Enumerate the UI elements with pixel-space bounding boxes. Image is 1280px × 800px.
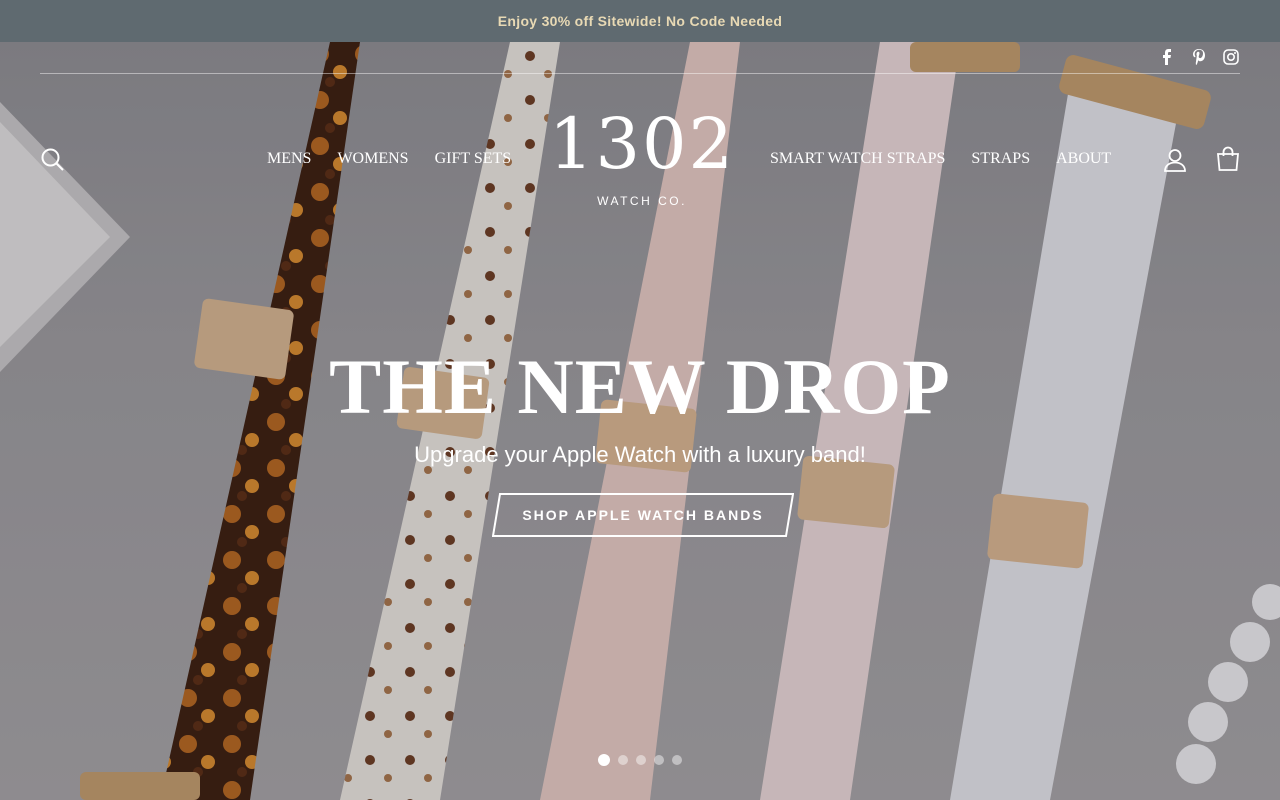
cart-icon[interactable] [1215, 146, 1241, 172]
announcement-text: Enjoy 30% off Sitewide! No Code Needed [497, 13, 783, 29]
social-links [1158, 48, 1240, 66]
nav-item-gift-sets[interactable]: GIFT SETS [435, 150, 512, 168]
slider-dot-3[interactable] [636, 755, 646, 765]
nav-right: SMART WATCH STRAPS STRAPS ABOUT [770, 150, 1111, 168]
slider-dots [598, 754, 682, 766]
site-logo[interactable]: 1302 WATCH CO. [542, 108, 742, 212]
cta-label: SHOP APPLE WATCH BANDS [522, 507, 764, 523]
logo-mark: 1302 [548, 103, 736, 185]
search-icon[interactable] [40, 147, 66, 173]
account-icon[interactable] [1162, 147, 1188, 173]
logo-subtitle: WATCH CO. [597, 194, 687, 208]
nav-item-straps[interactable]: STRAPS [971, 150, 1030, 168]
slider-dot-5[interactable] [672, 755, 682, 765]
shop-apple-watch-bands-button[interactable]: SHOP APPLE WATCH BANDS [492, 493, 794, 537]
slider-dot-4[interactable] [654, 755, 664, 765]
announcement-bar: Enjoy 30% off Sitewide! No Code Needed [0, 0, 1280, 42]
facebook-icon[interactable] [1158, 48, 1176, 66]
nav-item-womens[interactable]: WOMENS [337, 150, 408, 168]
slider-dot-2[interactable] [618, 755, 628, 765]
nav-item-mens[interactable]: MENS [267, 150, 311, 168]
slider-dot-1[interactable] [598, 754, 610, 766]
hero-headline: THE NEW DROP [329, 343, 951, 430]
instagram-icon[interactable] [1222, 48, 1240, 66]
hero-banner: MENS WOMENS GIFT SETS 1302 WATCH CO. SMA… [0, 42, 1280, 800]
nav-item-about[interactable]: ABOUT [1056, 150, 1111, 168]
pinterest-icon[interactable] [1190, 48, 1208, 66]
header-divider [40, 73, 1240, 74]
nav-item-smart-watch-straps[interactable]: SMART WATCH STRAPS [770, 150, 945, 168]
nav-left: MENS WOMENS GIFT SETS [267, 150, 511, 168]
hero-subheadline: Upgrade your Apple Watch with a luxury b… [414, 442, 866, 467]
